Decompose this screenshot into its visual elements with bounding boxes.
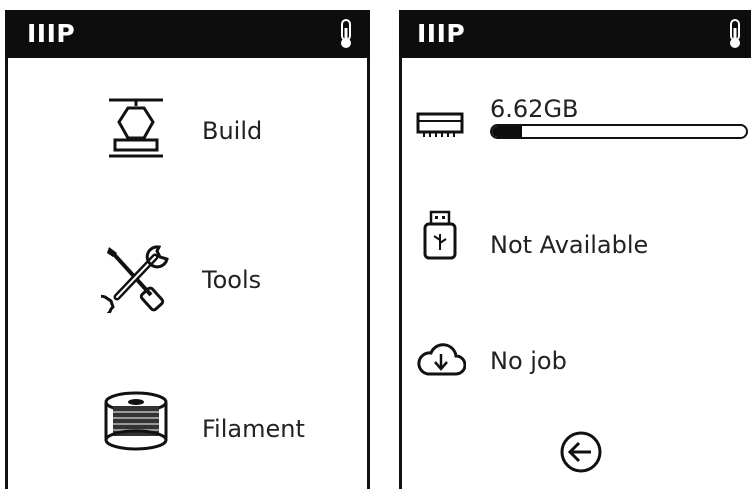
- title-bar: IIIP: [5, 10, 370, 58]
- brand-logo: IIIP: [27, 19, 76, 48]
- internal-storage-icon: [416, 112, 464, 137]
- main-menu-screen: IIIP Build Tools Filament: [5, 10, 370, 489]
- tools-icon: [101, 245, 169, 313]
- storage-progress-fill: [492, 126, 523, 137]
- thermometer-icon: [341, 19, 351, 48]
- brand-logo: IIIP: [417, 19, 466, 48]
- menu-item-build[interactable]: Build: [8, 88, 367, 178]
- filament-spool-icon: [104, 391, 168, 451]
- cloud-status: No job: [490, 347, 567, 375]
- title-bar: IIIP: [399, 10, 751, 58]
- usb-drive-icon: [423, 210, 457, 260]
- storage-row[interactable]: 6.62GB: [402, 80, 751, 160]
- menu-label-filament: Filament: [202, 415, 305, 443]
- storage-progress-bar: [490, 124, 748, 139]
- build-plate-icon: [109, 98, 163, 158]
- cloud-row[interactable]: No job: [402, 328, 751, 388]
- menu-label-tools: Tools: [202, 266, 262, 294]
- usb-status: Not Available: [490, 231, 649, 259]
- thermometer-icon: [730, 19, 740, 48]
- cloud-download-icon: [417, 343, 466, 376]
- storage-value: 6.62GB: [490, 95, 579, 123]
- usb-row[interactable]: Not Available: [402, 200, 751, 270]
- menu-label-build: Build: [202, 117, 263, 145]
- menu-item-tools[interactable]: Tools: [8, 235, 367, 325]
- menu-item-filament[interactable]: Filament: [8, 382, 367, 472]
- storage-screen: IIIP 6.62GB Not Available No job: [399, 10, 751, 489]
- back-arrow-icon[interactable]: [559, 430, 603, 474]
